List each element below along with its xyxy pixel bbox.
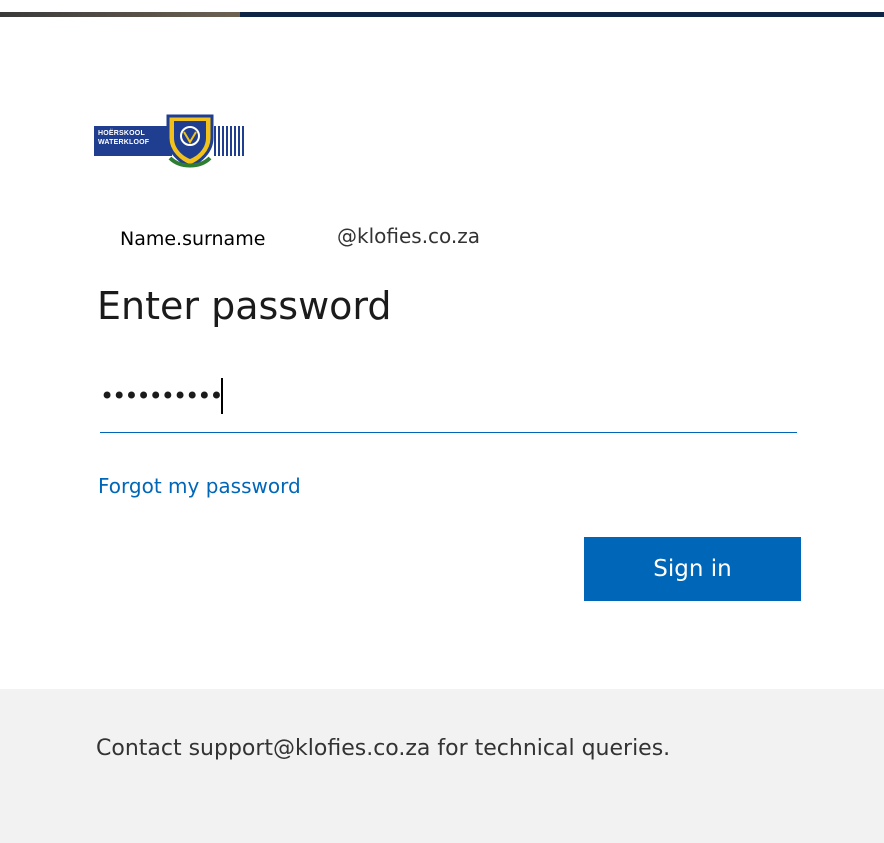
account-domain: @klofies.co.za — [337, 224, 481, 248]
forgot-password-link[interactable]: Forgot my password — [98, 474, 301, 498]
sign-in-button[interactable]: Sign in — [584, 537, 801, 601]
logo-stripes — [214, 126, 244, 156]
password-input[interactable]: •••••••••• — [100, 374, 797, 433]
account-name: Name.surname — [120, 228, 266, 250]
account-identity: Name.surname @klofies.co.za — [0, 224, 884, 254]
shield-crest-icon — [166, 114, 214, 168]
page-title: Enter password — [97, 284, 392, 328]
top-accent-right — [240, 12, 884, 17]
top-accent-bar — [0, 0, 884, 17]
password-masked-value: •••••••••• — [100, 382, 224, 410]
footer: Contact support@klofies.co.za for techni… — [0, 689, 884, 843]
footer-support-text: Contact support@klofies.co.za for techni… — [96, 736, 671, 761]
school-logo: HOËRSKOOL WATERKLOOF — [94, 112, 244, 170]
text-caret — [221, 378, 223, 414]
logo-line-2: WATERKLOOF — [98, 139, 150, 146]
top-accent-left — [0, 12, 240, 17]
logo-line-1: HOËRSKOOL — [98, 130, 145, 137]
